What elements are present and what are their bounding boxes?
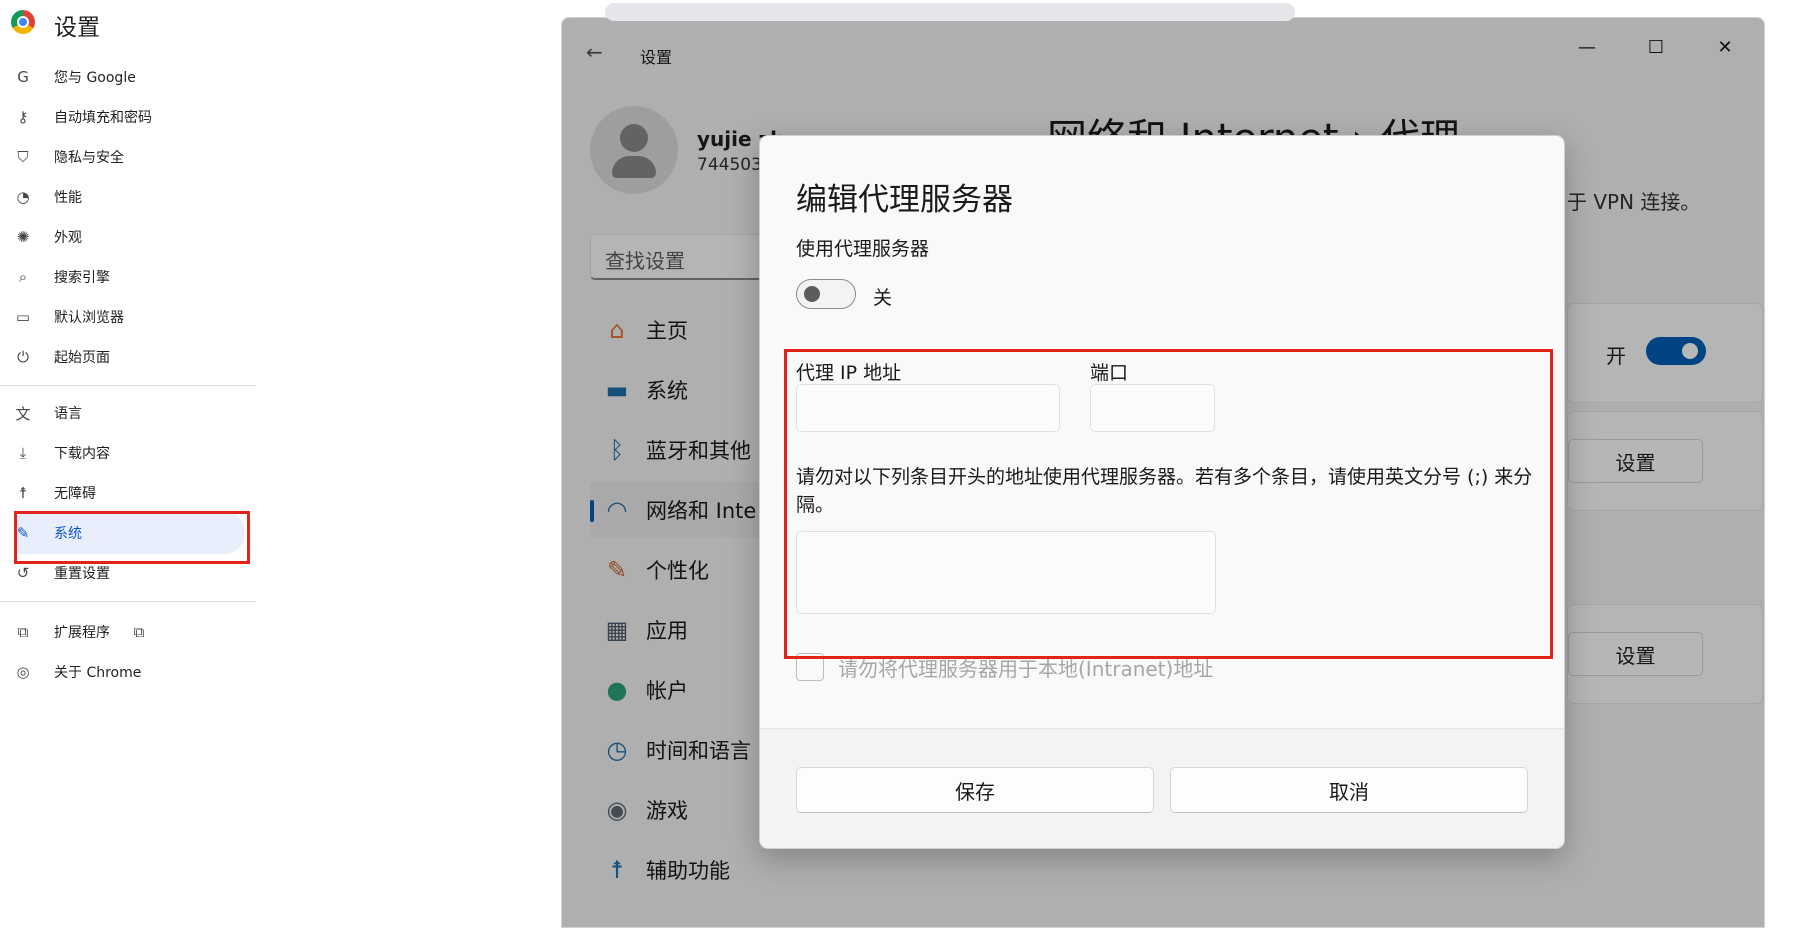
chrome-nav-label: 扩展程序 [54,625,110,641]
edit-proxy-dialog: 编辑代理服务器 使用代理服务器 关 代理 IP 地址 端口 请勿对以下列条目开头… [759,135,1565,849]
chrome-nav-item[interactable]: ☨ 无障碍 [0,473,250,513]
external-link-icon: ⧉ [133,623,145,641]
chrome-nav-item[interactable]: ◔ 性能 [0,177,250,217]
chrome-settings-sidebar: 设置 G 您与 Google ⚷ 自动填充和密码 ⛉ 隐私与安全 ◔ 性能 ✺ 外观 ⌕ 搜索引擎 ▭ 默… [0,0,560,928]
speedometer-icon: ◔ [16,188,30,206]
power-icon: ⏻ [17,348,29,366]
translate-icon: 文 [15,404,31,423]
chrome-nav-item[interactable]: ⛉ 隐私与安全 [0,137,250,177]
chrome-nav-item[interactable]: ✺ 外观 [0,217,250,257]
chrome-nav-item[interactable]: ⤓ 下载内容 [0,433,250,473]
chrome-nav-item[interactable]: ▭ 默认浏览器 [0,297,250,337]
chrome-nav-item[interactable]: ⏻ 起始页面 [0,337,250,377]
palette-icon: ✺ [16,228,30,246]
highlight-box-proxy-fields [784,349,1553,659]
chrome-nav-label: 自动填充和密码 [54,110,152,126]
puzzle-icon: ⧉ [17,623,29,641]
toggle-state-label: 关 [873,287,893,309]
chrome-nav-label: 无障碍 [54,486,96,502]
chrome-nav-label: 默认浏览器 [54,310,124,326]
search-icon: ⌕ [18,268,28,286]
chrome-logo-icon: ◎ [16,663,30,681]
browser-window-icon: ▭ [15,308,31,326]
chrome-nav-label: 外观 [54,230,82,246]
chrome-nav-label: 您与 Google [54,70,136,86]
chrome-nav-label: 语言 [54,406,82,422]
dialog-footer: 保存 取消 [760,728,1564,848]
use-proxy-toggle[interactable] [796,279,856,309]
key-icon: ⚷ [17,108,29,126]
nav-divider [0,385,256,386]
reset-icon: ↺ [16,564,30,582]
chrome-nav-item[interactable]: ⚷ 自动填充和密码 [0,97,250,137]
browser-search-pill[interactable] [605,3,1295,21]
download-icon: ⤓ [19,444,27,462]
chrome-nav-item[interactable]: ⌕ 搜索引擎 [0,257,250,297]
shield-icon: ⛉ [17,148,29,166]
nav-divider [0,601,256,602]
chrome-logo-icon [11,10,35,34]
highlight-box-system [14,511,250,564]
chrome-nav-item[interactable]: ⧉ 扩展程序 ⧉ [0,612,250,652]
chrome-nav-label: 起始页面 [54,350,110,366]
chrome-nav-item[interactable]: G 您与 Google [0,57,250,97]
chrome-nav-label: 下载内容 [54,446,110,462]
chrome-nav-label: 重置设置 [54,566,110,582]
chrome-nav-label: 关于 Chrome [54,665,142,681]
chrome-nav-label: 隐私与安全 [54,150,124,166]
chrome-nav-label: 搜索引擎 [54,270,110,286]
use-proxy-label: 使用代理服务器 [796,238,930,260]
cancel-button[interactable]: 取消 [1170,767,1528,813]
chrome-nav-label: 性能 [54,190,82,206]
chrome-nav-item[interactable]: ◎ 关于 Chrome [0,652,250,692]
chrome-settings-title: 设置 [54,15,100,41]
chrome-nav-item[interactable]: 文 语言 [0,393,250,433]
dialog-title: 编辑代理服务器 [796,182,1013,218]
google-g-icon: G [17,68,29,86]
accessibility-icon: ☨ [18,484,28,502]
save-button[interactable]: 保存 [796,767,1154,813]
